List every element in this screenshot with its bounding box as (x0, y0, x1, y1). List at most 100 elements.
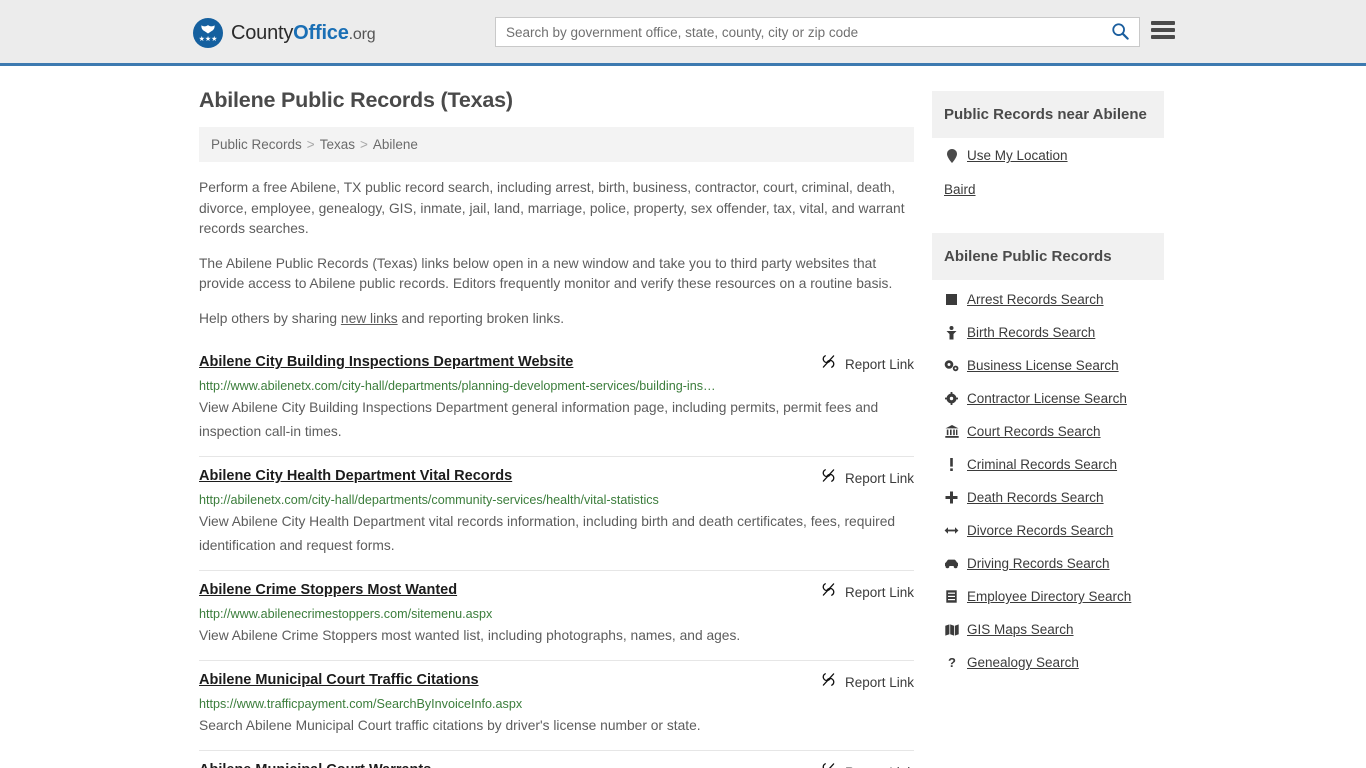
result-header: Abilene Municipal Court Warrants Report … (199, 759, 914, 768)
sidebar-use-my-location[interactable]: Use My Location (944, 148, 1152, 163)
report-link-label: Report Link (844, 674, 914, 690)
report-link-label: Report Link (845, 765, 914, 768)
result-header: Abilene Municipal Court Traffic Citation… (199, 669, 914, 693)
sidebar-item-criminal-records[interactable]: Criminal Records Search (944, 457, 1152, 472)
result-title-link[interactable]: Abilene City Health Department Vital Rec… (199, 465, 512, 486)
intro-paragraph-3: Help others by sharing new links and rep… (199, 309, 914, 330)
result-item: Abilene Municipal Court Traffic Citation… (199, 661, 914, 751)
broken-link-icon (820, 761, 837, 768)
sidebar-item-driving-records[interactable]: Driving Records Search (944, 556, 1152, 571)
svg-text:?: ? (948, 656, 956, 669)
report-link-button[interactable]: Report Link (820, 759, 914, 768)
hamburger-bar (1151, 21, 1175, 25)
hamburger-bar (1151, 28, 1175, 32)
result-url: http://abilenetx.com/city-hall/departmen… (199, 493, 659, 507)
courthouse-icon (944, 425, 959, 438)
cross-icon (944, 491, 959, 504)
baby-icon (944, 325, 959, 340)
sidebar-near-heading: Public Records near Abilene (932, 91, 1164, 138)
arrows-split-icon (944, 525, 959, 536)
sidebar-nearby-place[interactable]: Baird (944, 181, 1152, 199)
search-icon (1111, 22, 1129, 43)
result-header: Abilene City Building Inspections Depart… (199, 351, 914, 375)
broken-link-icon (820, 467, 837, 489)
sidebar-item-label[interactable]: Contractor License Search (967, 391, 1127, 406)
sidebar-item-label[interactable]: Arrest Records Search (967, 292, 1104, 307)
brand-part-tld: .org (348, 25, 376, 43)
sidebar: Public Records near Abilene Use My Locat… (932, 66, 1164, 768)
sidebar-item-label[interactable]: Genealogy Search (967, 655, 1079, 670)
id-card-icon (944, 590, 959, 603)
result-title-link[interactable]: Abilene Municipal Court Traffic Citation… (199, 669, 479, 690)
sidebar-item-contractor-license[interactable]: Contractor License Search (944, 391, 1152, 406)
result-header: Abilene City Health Department Vital Rec… (199, 465, 914, 489)
sidebar-item-label[interactable]: Divorce Records Search (967, 523, 1113, 538)
sidebar-item-business-license[interactable]: Business License Search (944, 358, 1152, 373)
main-column: Abilene Public Records (Texas) Public Re… (199, 66, 914, 768)
logo-stars: ★★★ (198, 36, 218, 43)
sidebar-item-gis-maps[interactable]: GIS Maps Search (944, 622, 1152, 637)
report-link-label: Report Link (844, 584, 914, 600)
question-icon: ? (944, 656, 959, 669)
broken-link-icon (820, 353, 837, 375)
intro-p3-after: and reporting broken links. (397, 310, 565, 326)
sidebar-item-label[interactable]: Employee Directory Search (967, 589, 1131, 604)
result-url: https://www.trafficpayment.com/SearchByI… (199, 697, 523, 711)
report-link-label: Report Link (844, 356, 914, 372)
sidebar-records-box: Abilene Public Records Arrest Records Se… (932, 233, 1164, 698)
intro-p3-before: Help others by sharing (199, 310, 341, 326)
use-my-location-link[interactable]: Use My Location (967, 148, 1068, 163)
sidebar-item-arrest-records[interactable]: Arrest Records Search (944, 292, 1152, 307)
map-icon (944, 623, 959, 636)
intro-paragraph-1: Perform a free Abilene, TX public record… (199, 180, 905, 236)
broken-link-icon (820, 671, 837, 693)
sidebar-item-divorce-records[interactable]: Divorce Records Search (944, 523, 1152, 538)
sidebar-item-birth-records[interactable]: Birth Records Search (944, 325, 1152, 340)
cogs-icon (944, 359, 959, 372)
breadcrumb: Public Records > Texas > Abilene (199, 127, 914, 162)
search-input[interactable] (496, 18, 1101, 46)
report-link-button[interactable]: Report Link (820, 465, 914, 489)
breadcrumb-separator: > (359, 137, 368, 152)
report-link-button[interactable]: Report Link (820, 351, 914, 375)
sidebar-item-label[interactable]: Birth Records Search (967, 325, 1095, 340)
breadcrumb-item-texas[interactable]: Texas (320, 137, 355, 152)
sidebar-item-label[interactable]: Criminal Records Search (967, 457, 1117, 472)
search-bar[interactable] (495, 17, 1140, 47)
new-links-link[interactable]: new links (341, 311, 398, 326)
sidebar-near-box: Public Records near Abilene Use My Locat… (932, 91, 1164, 217)
sidebar-item-genealogy[interactable]: ? Genealogy Search (944, 655, 1152, 670)
car-icon (944, 559, 959, 569)
sidebar-item-court-records[interactable]: Court Records Search (944, 424, 1152, 439)
sidebar-item-label[interactable]: Court Records Search (967, 424, 1101, 439)
intro-paragraph-2: The Abilene Public Records (Texas) links… (199, 255, 893, 292)
result-title-link[interactable]: Abilene City Building Inspections Depart… (199, 351, 573, 372)
sidebar-item-label[interactable]: Business License Search (967, 358, 1119, 373)
site-logo[interactable]: ★★★ CountyOffice.org (193, 17, 376, 49)
gear-icon (944, 392, 959, 405)
result-item: Abilene Municipal Court Warrants Report … (199, 751, 914, 768)
breadcrumb-item-abilene[interactable]: Abilene (373, 137, 418, 152)
report-link-button[interactable]: Report Link (820, 669, 914, 693)
hamburger-menu-icon[interactable] (1151, 19, 1175, 41)
nearby-place-link-baird[interactable]: Baird (944, 182, 976, 197)
result-url: http://www.abilenetx.com/city-hall/depar… (199, 379, 716, 393)
report-link-button[interactable]: Report Link (820, 579, 914, 603)
result-description: View Abilene Crime Stoppers most wanted … (199, 628, 741, 643)
result-title-link[interactable]: Abilene Crime Stoppers Most Wanted (199, 579, 457, 600)
report-link-label: Report Link (844, 470, 914, 486)
sidebar-item-employee-directory[interactable]: Employee Directory Search (944, 589, 1152, 604)
brand-part-county: County (231, 21, 294, 44)
sidebar-item-label[interactable]: GIS Maps Search (967, 622, 1074, 637)
result-title-link[interactable]: Abilene Municipal Court Warrants (199, 759, 431, 768)
breadcrumb-item-public-records[interactable]: Public Records (211, 137, 302, 152)
sidebar-item-death-records[interactable]: Death Records Search (944, 490, 1152, 505)
search-button[interactable] (1101, 18, 1139, 46)
sidebar-item-label[interactable]: Death Records Search (967, 490, 1104, 505)
result-item: Abilene City Health Department Vital Rec… (199, 457, 914, 571)
sidebar-item-label[interactable]: Driving Records Search (967, 556, 1110, 571)
result-description: Search Abilene Municipal Court traffic c… (199, 718, 701, 733)
exclamation-icon (944, 458, 959, 471)
broken-link-icon (820, 581, 837, 603)
result-item: Abilene Crime Stoppers Most Wanted Repor… (199, 571, 914, 661)
